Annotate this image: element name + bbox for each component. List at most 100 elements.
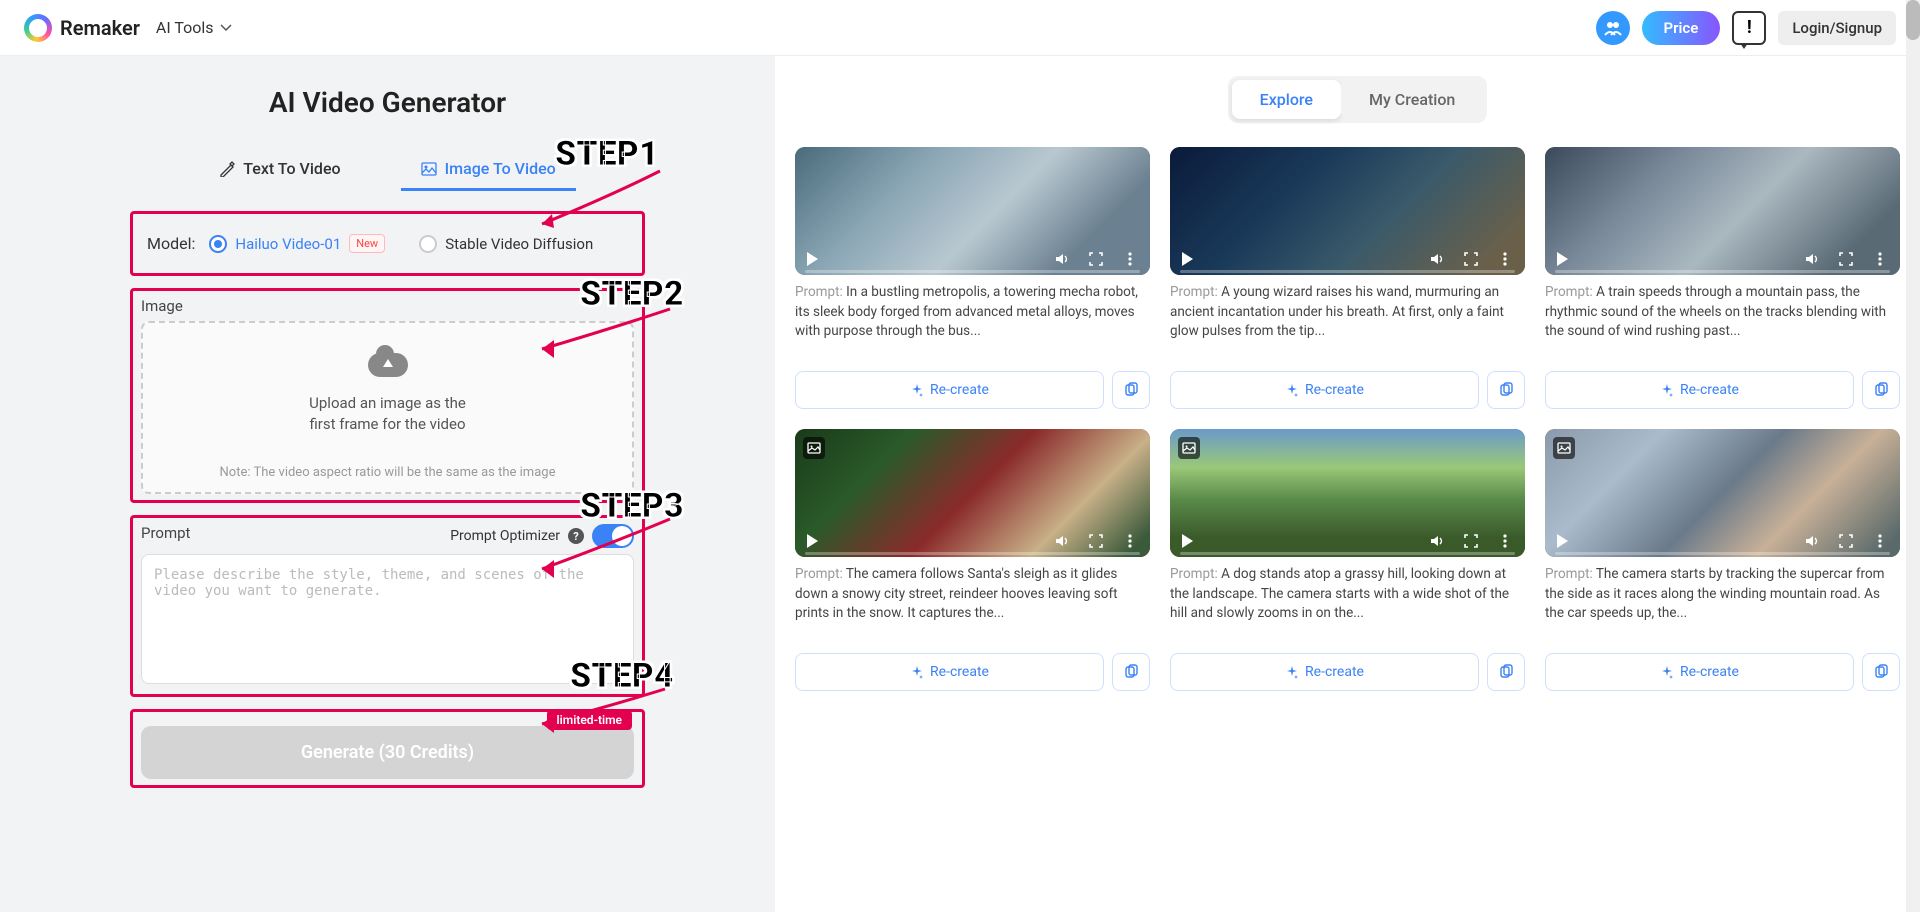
more-icon[interactable] bbox=[1872, 251, 1888, 267]
tab-my-creation[interactable]: My Creation bbox=[1341, 80, 1483, 119]
sparkle-icon bbox=[1660, 383, 1674, 397]
sparkle-icon bbox=[910, 665, 924, 679]
more-icon[interactable] bbox=[1122, 251, 1138, 267]
recreate-button[interactable]: Re-create bbox=[795, 653, 1104, 691]
model-label: Model: bbox=[147, 234, 195, 253]
gallery-card: Prompt: The camera starts by tracking th… bbox=[1545, 429, 1900, 691]
login-signup-button[interactable]: Login/Signup bbox=[1778, 11, 1896, 45]
new-badge: New bbox=[349, 234, 385, 253]
fullscreen-icon[interactable] bbox=[1838, 533, 1854, 549]
copy-button[interactable] bbox=[1862, 653, 1900, 691]
progress-bar[interactable] bbox=[1555, 552, 1890, 555]
model2-label: Stable Video Diffusion bbox=[445, 235, 593, 253]
fullscreen-icon[interactable] bbox=[1088, 251, 1104, 267]
fullscreen-icon[interactable] bbox=[1838, 251, 1854, 267]
step1-arrow-icon bbox=[530, 166, 670, 236]
volume-icon[interactable] bbox=[1804, 533, 1820, 549]
recreate-button[interactable]: Re-create bbox=[1545, 653, 1854, 691]
logo[interactable]: Remaker bbox=[24, 14, 140, 42]
video-thumbnail[interactable] bbox=[1170, 147, 1525, 275]
copy-button[interactable] bbox=[1862, 371, 1900, 409]
volume-icon[interactable] bbox=[1054, 533, 1070, 549]
volume-icon[interactable] bbox=[1804, 251, 1820, 267]
video-thumbnail[interactable] bbox=[1170, 429, 1525, 557]
logo-icon bbox=[24, 14, 52, 42]
feedback-icon[interactable]: ! bbox=[1732, 11, 1766, 45]
upload-cloud-icon bbox=[368, 353, 408, 383]
progress-bar[interactable] bbox=[1180, 270, 1515, 273]
copy-button[interactable] bbox=[1112, 653, 1150, 691]
model-option-svd[interactable]: Stable Video Diffusion bbox=[419, 235, 593, 253]
tab-explore[interactable]: Explore bbox=[1232, 80, 1341, 119]
recreate-button[interactable]: Re-create bbox=[1170, 653, 1479, 691]
generate-section: limited-time Generate (30 Credits) bbox=[130, 709, 645, 788]
radio-empty-icon bbox=[419, 235, 437, 253]
image-source-badge bbox=[803, 437, 825, 459]
more-icon[interactable] bbox=[1497, 251, 1513, 267]
sparkle-icon bbox=[1285, 665, 1299, 679]
community-icon[interactable] bbox=[1596, 11, 1630, 45]
step2-arrow-icon bbox=[530, 304, 680, 364]
video-thumbnail[interactable] bbox=[795, 147, 1150, 275]
copy-icon bbox=[1873, 664, 1889, 680]
step3-arrow-icon bbox=[530, 514, 680, 584]
volume-icon[interactable] bbox=[1429, 533, 1445, 549]
play-icon[interactable] bbox=[807, 534, 818, 548]
card-description: Prompt: A train speeds through a mountai… bbox=[1545, 283, 1900, 363]
progress-bar[interactable] bbox=[1180, 552, 1515, 555]
gallery-grid: Prompt: In a bustling metropolis, a towe… bbox=[795, 147, 1920, 691]
model-option-hailuo[interactable]: Hailuo Video-01 New bbox=[209, 234, 385, 253]
progress-bar[interactable] bbox=[1555, 270, 1890, 273]
card-description: Prompt: A dog stands atop a grassy hill,… bbox=[1170, 565, 1525, 645]
play-icon[interactable] bbox=[807, 252, 818, 266]
card-description: Prompt: A young wizard raises his wand, … bbox=[1170, 283, 1525, 363]
copy-icon bbox=[1123, 382, 1139, 398]
recreate-button[interactable]: Re-create bbox=[1545, 371, 1854, 409]
sparkle-icon bbox=[1285, 383, 1299, 397]
gallery-card: Prompt: In a bustling metropolis, a towe… bbox=[795, 147, 1150, 409]
tab-text-label: Text To Video bbox=[243, 159, 340, 178]
main: AI Video Generator Text To Video Image T… bbox=[0, 56, 1920, 912]
play-icon[interactable] bbox=[1557, 534, 1568, 548]
progress-bar[interactable] bbox=[805, 552, 1140, 555]
limited-time-badge: limited-time bbox=[547, 710, 632, 730]
chevron-down-icon bbox=[220, 24, 232, 32]
prompt-label: Prompt bbox=[141, 524, 190, 542]
copy-button[interactable] bbox=[1487, 371, 1525, 409]
play-icon[interactable] bbox=[1182, 534, 1193, 548]
more-icon[interactable] bbox=[1872, 533, 1888, 549]
header-left: Remaker AI Tools bbox=[24, 14, 232, 42]
gallery-card: Prompt: A young wizard raises his wand, … bbox=[1170, 147, 1525, 409]
recreate-button[interactable]: Re-create bbox=[1170, 371, 1479, 409]
gallery-card: Prompt: A train speeds through a mountai… bbox=[1545, 147, 1900, 409]
price-button[interactable]: Price bbox=[1642, 11, 1721, 45]
recreate-button[interactable]: Re-create bbox=[795, 371, 1104, 409]
video-thumbnail[interactable] bbox=[1545, 147, 1900, 275]
fullscreen-icon[interactable] bbox=[1463, 251, 1479, 267]
more-icon[interactable] bbox=[1122, 533, 1138, 549]
card-description: Prompt: The camera follows Santa's sleig… bbox=[795, 565, 1150, 645]
ai-tools-dropdown[interactable]: AI Tools bbox=[156, 18, 232, 37]
video-thumbnail[interactable] bbox=[795, 429, 1150, 557]
image-icon bbox=[421, 161, 437, 177]
volume-icon[interactable] bbox=[1429, 251, 1445, 267]
copy-button[interactable] bbox=[1112, 371, 1150, 409]
fullscreen-icon[interactable] bbox=[1463, 533, 1479, 549]
upload-note: Note: The video aspect ratio will be the… bbox=[163, 465, 612, 480]
header-right: Price ! Login/Signup bbox=[1596, 11, 1896, 45]
card-description: Prompt: The camera starts by tracking th… bbox=[1545, 565, 1900, 645]
progress-bar[interactable] bbox=[805, 270, 1140, 273]
image-source-badge bbox=[1553, 437, 1575, 459]
copy-button[interactable] bbox=[1487, 653, 1525, 691]
play-icon[interactable] bbox=[1182, 252, 1193, 266]
fullscreen-icon[interactable] bbox=[1088, 533, 1104, 549]
play-icon[interactable] bbox=[1557, 252, 1568, 266]
more-icon[interactable] bbox=[1497, 533, 1513, 549]
sparkle-icon bbox=[910, 383, 924, 397]
scrollbar[interactable] bbox=[1906, 0, 1920, 912]
tab-text-to-video[interactable]: Text To Video bbox=[199, 149, 360, 191]
volume-icon[interactable] bbox=[1054, 251, 1070, 267]
left-panel: AI Video Generator Text To Video Image T… bbox=[0, 56, 775, 912]
video-thumbnail[interactable] bbox=[1545, 429, 1900, 557]
gallery-card: Prompt: A dog stands atop a grassy hill,… bbox=[1170, 429, 1525, 691]
